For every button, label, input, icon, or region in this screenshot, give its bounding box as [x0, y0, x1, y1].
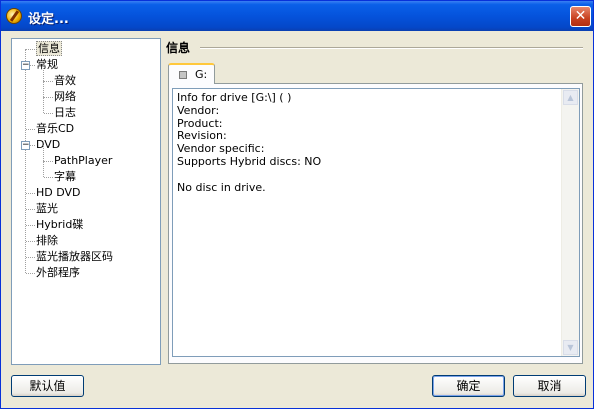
tree-item-label: HD DVD — [36, 186, 81, 199]
drive-info-textbox[interactable]: Info for drive [G:\] ( ) Vendor: Product: R… — [172, 88, 580, 357]
tree-item-label: 排除 — [36, 234, 58, 247]
tree-item[interactable]: HD DVD — [36, 185, 81, 200]
tree-guide-line — [26, 225, 35, 226]
tree-guide-line — [44, 113, 53, 114]
tree-guide-line — [26, 241, 35, 242]
info-line: No disc in drive. — [177, 180, 266, 194]
tree-guide-line — [25, 49, 26, 273]
tree-guide-line — [44, 97, 53, 98]
defaults-button[interactable]: 默认值 — [11, 375, 84, 397]
info-line — [177, 169, 321, 182]
tree-item[interactable]: 日志 — [54, 105, 76, 120]
tree-item[interactable]: 网络 — [54, 89, 76, 104]
tree-item-label: PathPlayer — [54, 154, 113, 167]
tree-guide-line — [26, 49, 35, 50]
section-title: 信息 — [166, 41, 191, 55]
window-title: 设定... — [28, 12, 69, 27]
tree-guide-line — [43, 145, 44, 161]
tree-item[interactable]: 音效 — [54, 73, 76, 88]
tree-guide-line — [43, 161, 44, 177]
tree-item[interactable]: Hybrid碟 — [36, 217, 83, 232]
tree-item-label: 音效 — [54, 74, 76, 87]
tree-item-label: 外部程序 — [36, 266, 80, 279]
drive-status-icon — [179, 71, 187, 79]
tree-item[interactable]: 蓝光播放器区码 — [36, 249, 113, 264]
settings-dialog: 设定... ✕ 信息 − 常规 音效 网络 日志 音乐CD − DVD PathPlayer 字幕 H… — [0, 0, 594, 409]
tree-item-label: DVD — [36, 138, 61, 151]
vertical-scrollbar[interactable]: ▲ ▼ — [561, 89, 579, 356]
tree-item[interactable]: PathPlayer — [54, 153, 112, 168]
tree-guide-line — [26, 193, 35, 194]
tree-guide-line — [44, 81, 53, 82]
tree-item-label: 蓝光播放器区码 — [36, 250, 113, 263]
tree-item[interactable]: 外部程序 — [36, 265, 80, 280]
tree-item[interactable]: 排除 — [36, 233, 58, 248]
tree-guide-line — [44, 177, 53, 178]
info-line: Vendor: — [177, 103, 220, 117]
tree-item[interactable]: 信息 — [36, 41, 62, 56]
cancel-button[interactable]: 取消 — [513, 375, 586, 397]
tree-item-label: 信息 — [36, 41, 62, 56]
tree-item-label: 字幕 — [54, 170, 76, 183]
info-line: Info for drive [G:\] ( ) — [177, 91, 292, 104]
tree-guide-line — [26, 129, 35, 130]
tree-item[interactable]: DVD — [36, 137, 60, 152]
close-button[interactable]: ✕ — [570, 6, 591, 27]
collapse-icon[interactable]: − — [21, 141, 30, 150]
tree-item-label: 网络 — [54, 90, 76, 103]
tree-item-label: 蓝光 — [36, 202, 58, 215]
tab-drive-g[interactable]: G: — [168, 63, 215, 84]
tree-item[interactable]: 音乐CD — [36, 121, 74, 136]
settings-tree[interactable]: 信息 − 常规 音效 网络 日志 音乐CD − DVD PathPlayer 字幕 HD DVD 蓝光 H… — [11, 38, 161, 365]
drive-info-text: Info for drive [G:\] ( ) Vendor: Product: R… — [177, 91, 322, 194]
tree-guide-line — [43, 97, 44, 113]
scroll-down-icon[interactable]: ▼ — [563, 340, 578, 355]
tree-item-label: 音乐CD — [36, 122, 75, 135]
tree-item[interactable]: 蓝光 — [36, 201, 58, 216]
scroll-up-icon[interactable]: ▲ — [563, 90, 578, 105]
tree-guide-line — [44, 161, 53, 162]
tree-item[interactable]: 字幕 — [54, 169, 76, 184]
tree-item-label: 常规 — [36, 58, 58, 71]
tree-guide-line — [43, 81, 44, 97]
app-disc-icon — [6, 8, 22, 24]
ok-button[interactable]: 确定 — [432, 375, 505, 397]
tab-label: G: — [195, 68, 208, 81]
tree-item-label: 日志 — [54, 106, 76, 119]
collapse-icon[interactable]: − — [21, 61, 30, 70]
info-line: Supports Hybrid discs: NO — [177, 154, 322, 168]
title-bar[interactable]: 设定... ✕ — [1, 1, 593, 31]
tree-item[interactable]: 常规 — [36, 57, 58, 72]
tree-guide-line — [43, 65, 44, 81]
section-divider — [200, 47, 583, 49]
tree-guide-line — [26, 257, 35, 258]
tree-item-label: Hybrid碟 — [36, 218, 84, 231]
tree-guide-line — [26, 209, 35, 210]
tree-guide-line — [26, 273, 35, 274]
